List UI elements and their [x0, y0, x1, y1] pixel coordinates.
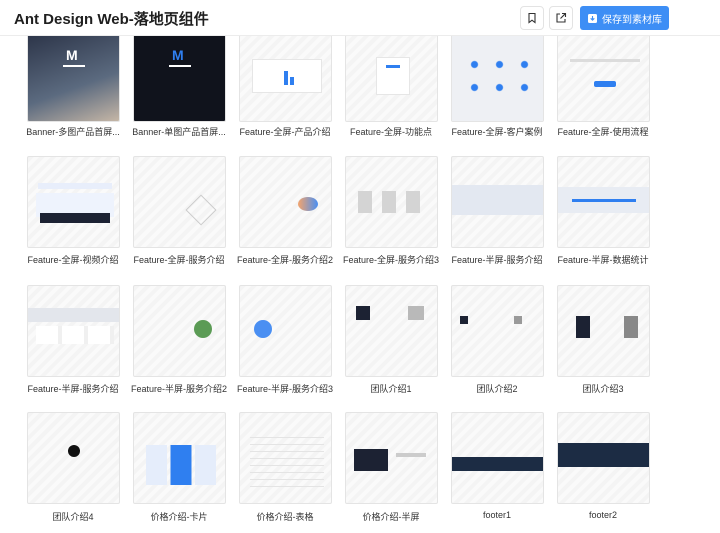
component-thumbnail[interactable] [451, 412, 544, 504]
component-thumbnail[interactable] [345, 285, 438, 377]
component-thumbnail[interactable]: M [133, 36, 226, 122]
component-thumbnail[interactable] [239, 285, 332, 377]
component-grid: M Banner-多图产品首屏... M Banner-单图产品首屏... Fe… [0, 36, 720, 533]
component-label: Feature-半屏-数据统计 [557, 255, 649, 265]
component-label: Feature-全屏-使用流程 [557, 127, 649, 137]
component-thumbnail[interactable] [557, 156, 650, 248]
component-thumbnail[interactable]: M [27, 36, 120, 122]
component-thumbnail[interactable] [345, 36, 438, 122]
component-thumbnail[interactable] [239, 156, 332, 248]
component-thumbnail[interactable] [451, 156, 544, 248]
download-icon [588, 13, 597, 23]
bookmark-icon [528, 12, 536, 24]
page-title: Ant Design Web-落地页组件 [14, 11, 209, 28]
bookmark-button[interactable] [520, 6, 544, 30]
component-thumbnail[interactable] [27, 285, 120, 377]
external-link-icon [556, 12, 567, 23]
component-thumbnail[interactable] [345, 412, 438, 504]
share-button[interactable] [549, 6, 573, 30]
component-thumbnail[interactable] [557, 412, 650, 504]
component-thumbnail[interactable] [27, 156, 120, 248]
save-button-label: 保存到素材库 [602, 14, 662, 26]
component-thumbnail[interactable] [451, 36, 544, 122]
component-label: footer2 [588, 510, 618, 520]
component-thumbnail[interactable] [451, 285, 544, 377]
component-thumbnail[interactable] [239, 36, 332, 122]
component-thumbnail[interactable] [133, 412, 226, 504]
component-label: 团队介绍3 [582, 384, 624, 394]
component-thumbnail[interactable] [27, 412, 120, 504]
component-thumbnail[interactable] [345, 156, 438, 248]
top-bar: Ant Design Web-落地页组件 保存到素材库 [0, 0, 720, 36]
component-thumbnail[interactable] [557, 36, 650, 122]
component-thumbnail[interactable] [557, 285, 650, 377]
component-thumbnail[interactable] [133, 156, 226, 248]
save-to-library-button[interactable]: 保存到素材库 [580, 6, 669, 30]
component-thumbnail[interactable] [133, 285, 226, 377]
component-thumbnail[interactable] [239, 412, 332, 504]
